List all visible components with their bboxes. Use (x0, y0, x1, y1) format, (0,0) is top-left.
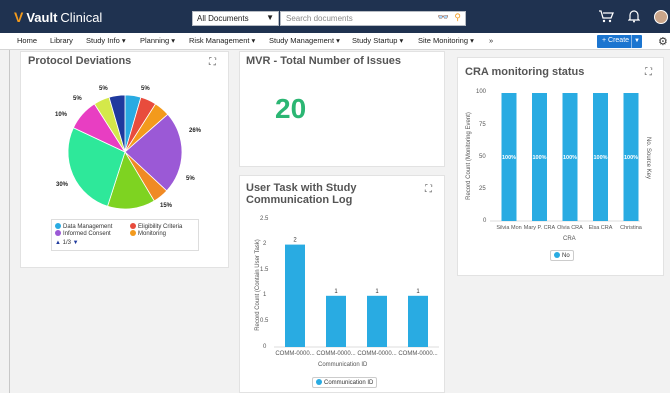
x-tick-label: Silvia Mon (496, 225, 521, 231)
bar-value-label: 100% (532, 155, 546, 161)
pie-label: 5% (186, 176, 195, 182)
legend-item[interactable]: Informed Consent (55, 230, 111, 237)
y-tick: 0 (263, 344, 267, 350)
mvr-panel (239, 51, 445, 167)
avatar[interactable] (654, 10, 668, 24)
bar-value-label: 2 (293, 238, 297, 244)
bell-icon[interactable] (627, 9, 641, 26)
pie-label: 5% (73, 96, 82, 102)
cart-icon[interactable] (598, 9, 614, 26)
bar-value-label: 1 (416, 289, 420, 295)
user-task-bar-chart: 2 COMM-0000... 1 COMM-0000... 1 COMM-0000... 1… (274, 238, 439, 357)
mvr-value: 20 (275, 93, 307, 124)
pie-label: 5% (99, 86, 108, 92)
nav-study-management[interactable]: Study Management ▾ (269, 36, 340, 45)
nav-more[interactable]: » (489, 36, 493, 45)
x-tick-label: Olvia CRA (557, 225, 583, 231)
bar-value-label: 100% (624, 155, 638, 161)
pie-label: 26% (189, 128, 202, 134)
y-tick: 100 (476, 89, 487, 95)
bar[interactable] (326, 295, 346, 347)
x-tick-label: COMM-0000... (357, 351, 397, 357)
pie-label: 30% (56, 182, 69, 188)
nav-study-info[interactable]: Study Info ▾ (86, 36, 126, 45)
document-scope-select[interactable]: All Documents ▼ (192, 11, 279, 26)
y-tick: 0 (483, 218, 487, 224)
product-name: Clinical (60, 9, 103, 25)
legend-item[interactable]: Data Management (55, 223, 112, 230)
legend-item[interactable]: Eligibility Criteria (130, 223, 182, 230)
nav-library[interactable]: Library (50, 36, 73, 45)
nav-study-startup[interactable]: Study Startup ▾ (352, 36, 403, 45)
pie-label: 5% (141, 86, 150, 92)
y-tick: 1 (263, 292, 267, 298)
create-button[interactable]: + Create ▼ (597, 35, 642, 48)
pie-slices (67, 94, 183, 210)
pie-legend: Data Management Eligibility Criteria Inf… (51, 219, 199, 251)
cra-y-axis-title: Record Count (Monitoring Event) (465, 112, 472, 200)
user-task-x-axis-title: Communication ID (318, 362, 368, 368)
user-task-bars: 2 COMM-0000... 1 COMM-0000... 1 COMM-0000... 1… (274, 238, 439, 357)
bar[interactable] (408, 295, 428, 347)
user-task-legend[interactable]: Communication ID (312, 377, 378, 388)
x-tick-label: Mary P. CRA (524, 225, 556, 231)
user-task-title-line2: Communication Log (246, 194, 353, 206)
cra-bars: 100% Silvia Mon 100% Mary P. CRA 100% Olvia C… (490, 93, 643, 231)
y-tick: 25 (479, 186, 486, 192)
left-divider (9, 50, 10, 393)
search-input[interactable]: Search documents 👓 ⚲ (280, 11, 466, 26)
search-placeholder: Search documents (286, 14, 353, 23)
y-tick: 75 (479, 122, 486, 128)
user-task-y-axis-title: Record Count (Contain User Task) (254, 239, 261, 331)
y-tick: 50 (479, 154, 486, 160)
gear-icon[interactable]: ⚙ (658, 35, 668, 48)
bar[interactable] (285, 244, 305, 347)
binoculars-icon[interactable]: 👓 (438, 12, 449, 23)
vault-v-logo-icon: V (14, 9, 24, 25)
pie-label: 10% (55, 112, 68, 118)
protocol-deviations-pie (67, 94, 183, 210)
cra-title: CRA monitoring status (465, 66, 585, 78)
bar-value-label: 1 (334, 289, 338, 295)
x-tick-label: COMM-0000... (316, 351, 356, 357)
protocol-deviations-title: Protocol Deviations (28, 55, 132, 67)
legend-item[interactable]: Monitoring (130, 230, 166, 237)
x-tick-label: COMM-0000... (275, 351, 315, 357)
search-icon[interactable]: ⚲ (454, 12, 461, 23)
bar-value-label: 100% (563, 155, 577, 161)
brand-name: Vault (26, 9, 58, 25)
bar-value-label: 100% (502, 155, 516, 161)
x-tick-label: Elsa CRA (589, 225, 613, 231)
nav-planning[interactable]: Planning ▾ (140, 36, 175, 45)
y-tick: 2 (263, 241, 267, 247)
expand-icon[interactable]: ⛶ (645, 67, 652, 78)
y-tick: 1.5 (260, 267, 269, 273)
bar[interactable] (367, 295, 387, 347)
chevron-down-icon: ▼ (266, 13, 274, 22)
y-tick: 0.5 (260, 318, 269, 324)
chevron-down-icon[interactable]: ▼ (631, 35, 642, 48)
pie-label: 15% (160, 203, 173, 209)
nav-risk-management[interactable]: Risk Management ▾ (189, 36, 255, 45)
legend-pager[interactable]: ▲ 1/3 ▼ (55, 240, 79, 246)
nav-site-monitoring[interactable]: Site Monitoring ▾ (418, 36, 474, 45)
bar-value-label: 1 (375, 289, 379, 295)
cra-bar-chart: 100% Silvia Mon 100% Mary P. CRA 100% Olvia C… (490, 93, 643, 231)
bar-value-label: 100% (593, 155, 607, 161)
x-tick-label: Christina (620, 225, 643, 231)
expand-icon[interactable]: ⛶ (425, 184, 432, 195)
main-nav: Home Library Study Info ▾ Planning ▾ Ris… (0, 33, 670, 50)
app-logo[interactable]: V Vault Clinical (14, 9, 102, 25)
cra-legend[interactable]: No (550, 250, 574, 261)
nav-home[interactable]: Home (17, 36, 37, 45)
expand-icon[interactable]: ⛶ (209, 57, 216, 68)
mvr-title: MVR - Total Number of Issues (246, 55, 402, 67)
user-task-title-line1: User Task with Study (246, 182, 357, 194)
y-tick: 2.5 (260, 216, 269, 222)
top-bar: V Vault Clinical All Documents ▼ Search … (0, 0, 670, 33)
cra-x-axis-title: CRA (563, 236, 576, 242)
x-tick-label: COMM-0000... (398, 351, 438, 357)
